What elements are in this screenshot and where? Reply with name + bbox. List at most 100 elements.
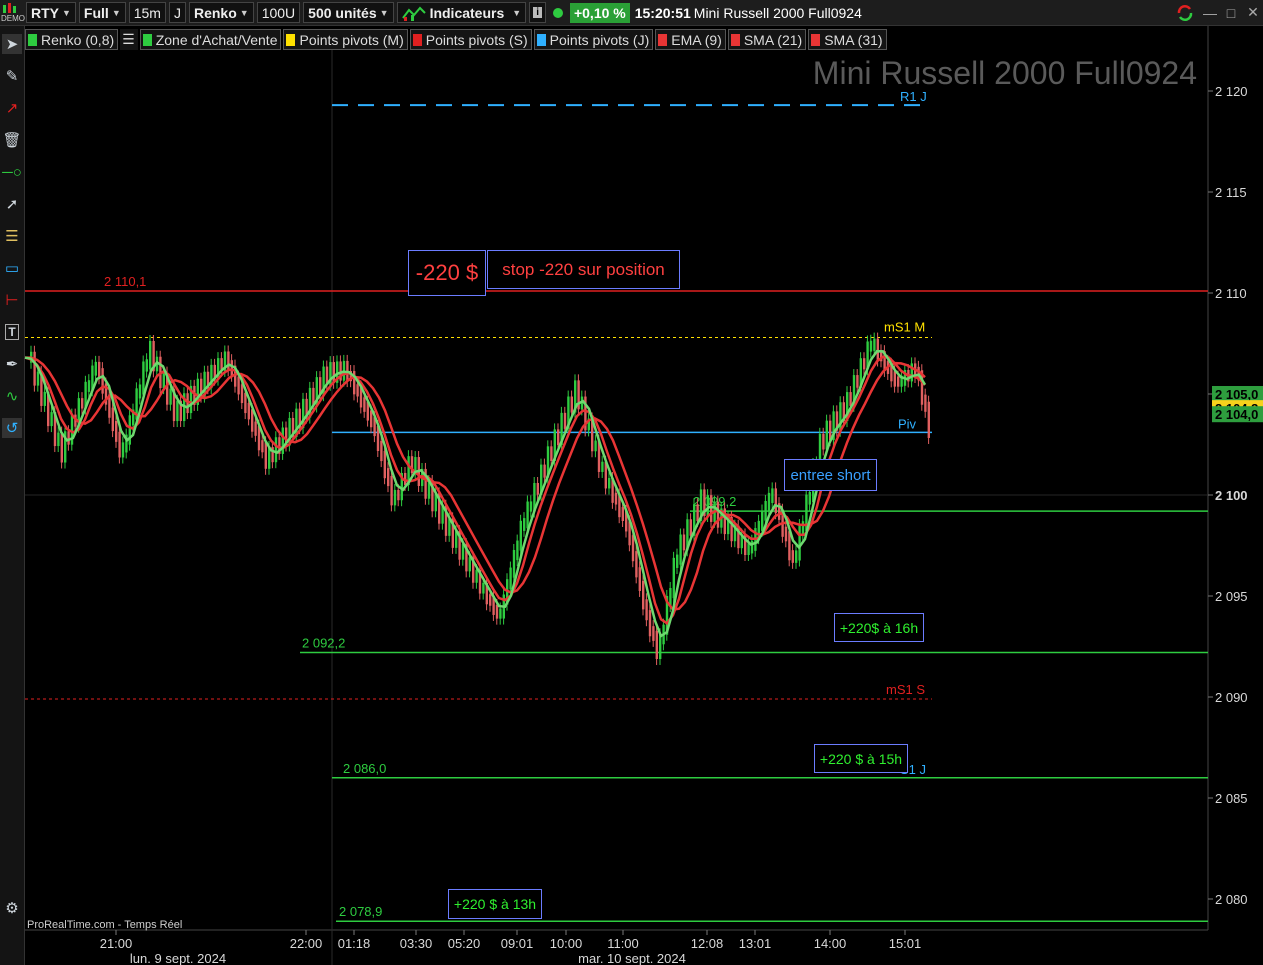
renko-brick xyxy=(261,440,264,453)
price-label: 2 115 xyxy=(1215,185,1247,200)
indicator-label: SMA (21) xyxy=(743,31,803,48)
stop-note-annotation[interactable]: stop -220 sur position xyxy=(487,250,680,289)
renko-brick xyxy=(98,361,101,379)
renko-brick xyxy=(635,551,638,578)
renko-brick xyxy=(468,557,471,572)
renko-brick xyxy=(489,594,492,606)
indicator-color-swatch xyxy=(811,33,821,46)
indicator-list-icon[interactable]: ☰ xyxy=(120,29,138,50)
gain-16h-annotation[interactable]: +220$ à 16h xyxy=(834,613,924,642)
renko-brick xyxy=(897,376,900,387)
time-label: 01:18 xyxy=(338,936,371,951)
renko-brick xyxy=(237,376,240,395)
renko-brick xyxy=(801,521,805,536)
ms1-weekly-label: mS1 S xyxy=(886,682,925,697)
renko-brick xyxy=(761,510,764,531)
renko-brick xyxy=(57,432,60,447)
renko-brick xyxy=(509,567,512,590)
renko-brick xyxy=(631,535,635,562)
renko-brick xyxy=(393,489,397,506)
price-label: 2 095 xyxy=(1215,589,1248,604)
renko-brick xyxy=(36,371,40,386)
pivot-daily-label: Piv xyxy=(898,416,917,431)
indicator-label: Zone d'Achat/Vente xyxy=(155,31,278,48)
renko-brick xyxy=(652,626,655,641)
renko-brick xyxy=(893,371,896,387)
renko-brick xyxy=(648,610,652,637)
time-label: 21:00 xyxy=(100,936,133,951)
renko-brick xyxy=(710,495,713,522)
renko-brick xyxy=(512,549,516,578)
renko-brick xyxy=(94,361,97,376)
price-label: 2 120 xyxy=(1215,84,1248,99)
renko-brick xyxy=(240,384,244,404)
renko-brick xyxy=(570,396,573,413)
renko-brick xyxy=(254,421,257,436)
renko-brick xyxy=(863,358,866,370)
renko-brick xyxy=(808,491,811,505)
renko-brick xyxy=(33,351,36,386)
loss-annotation[interactable]: -220 $ xyxy=(408,250,486,296)
instrument-watermark: Mini Russell 2000 Full0924 xyxy=(813,55,1197,91)
gain-13h-annotation[interactable]: +220 $ à 13h xyxy=(448,889,542,919)
time-label: 15:01 xyxy=(889,936,922,951)
renko-brick xyxy=(115,420,118,442)
renko-brick xyxy=(499,608,502,619)
indicator-item[interactable]: Points pivots (M) xyxy=(283,29,408,50)
renko-brick xyxy=(638,567,641,591)
price-tag: 2 105,0 xyxy=(1212,386,1263,402)
renko-brick xyxy=(149,340,152,370)
data-source-footer: ProRealTime.com - Temps Réel xyxy=(27,919,182,931)
price-chart[interactable]: Mini Russell 2000 Full0924 R1 J 2 110,1 mS… xyxy=(0,0,1263,965)
indicator-item[interactable]: Points pivots (S) xyxy=(409,29,532,50)
price-label: 2 085 xyxy=(1215,791,1248,806)
indicator-item[interactable]: SMA (31) xyxy=(808,29,887,50)
indicator-label: EMA (9) xyxy=(671,31,722,48)
entry-note-annotation[interactable]: entree short xyxy=(784,459,877,491)
time-label: 09:01 xyxy=(501,936,534,951)
time-label: 13:01 xyxy=(739,936,772,951)
price-label: 2 080 xyxy=(1215,892,1248,907)
indicator-color-swatch xyxy=(412,33,422,46)
time-label: 12:08 xyxy=(691,936,724,951)
indicator-label: Points pivots (S) xyxy=(425,31,528,48)
indicator-item[interactable]: Renko (0,8) xyxy=(25,29,119,50)
renko-brick xyxy=(557,429,560,446)
renko-brick xyxy=(869,340,873,352)
renko-brick xyxy=(101,368,104,394)
gain-15h-annotation[interactable]: +220 $ à 15h xyxy=(814,744,908,773)
price-label: 2 110 xyxy=(1215,286,1247,301)
renko-brick xyxy=(383,450,386,479)
renko-brick xyxy=(696,504,699,522)
renko-brick xyxy=(924,394,927,412)
renko-brick xyxy=(645,599,648,621)
renko-brick xyxy=(274,437,278,463)
price-axis: 2 1202 1152 1102 1052 1002 0952 0902 085… xyxy=(1208,84,1263,907)
renko-brick xyxy=(162,372,165,389)
time-label: 05:20 xyxy=(448,936,481,951)
renko-brick xyxy=(791,550,794,563)
price-label: 2 090 xyxy=(1215,690,1248,705)
renko-brick xyxy=(529,501,533,512)
renko-brick xyxy=(142,361,145,395)
target-1-label: 2 092,2 xyxy=(302,636,345,651)
time-label: 22:00 xyxy=(290,936,323,951)
renko-brick xyxy=(767,492,771,512)
date-label: mar. 10 sept. 2024 xyxy=(578,951,686,965)
stop-level-label: 2 110,1 xyxy=(104,274,146,289)
renko-brick xyxy=(387,468,390,487)
indicator-item[interactable]: SMA (21) xyxy=(727,29,807,50)
renko-brick xyxy=(244,392,247,414)
price-tag-text: 2 105,0 xyxy=(1215,387,1258,402)
renko-brick xyxy=(121,442,125,458)
indicator-label: Points pivots (J) xyxy=(549,31,650,48)
indicator-item[interactable]: Zone d'Achat/Vente xyxy=(139,29,282,50)
renko-brick xyxy=(679,534,682,565)
indicator-label: SMA (31) xyxy=(824,31,883,48)
indicator-item[interactable]: Points pivots (J) xyxy=(533,29,654,50)
renko-brick xyxy=(397,489,400,501)
time-label: 14:00 xyxy=(814,936,847,951)
renko-brick xyxy=(390,475,393,506)
renko-brick xyxy=(70,414,74,445)
indicator-item[interactable]: EMA (9) xyxy=(655,29,726,50)
